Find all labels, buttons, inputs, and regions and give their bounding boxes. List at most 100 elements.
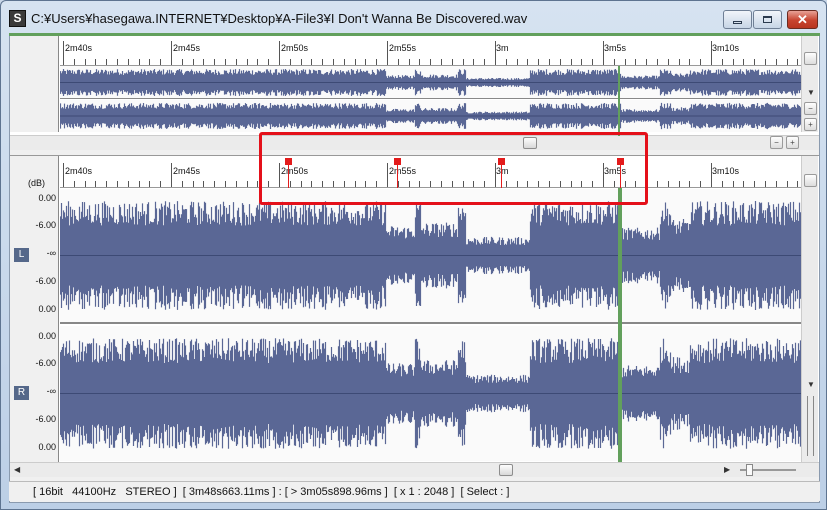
ruler-tick	[279, 41, 280, 65]
ruler-tick	[73, 59, 75, 65]
close-icon: ✕	[797, 11, 808, 27]
ruler-label: 2m45s	[173, 166, 201, 176]
ruler-tick	[171, 163, 172, 187]
close-button[interactable]: ✕	[787, 10, 818, 29]
minimize-icon	[733, 21, 742, 24]
ruler-tick	[732, 59, 734, 65]
horizontal-zoom-out-button[interactable]: −	[770, 136, 783, 149]
scroll-left-arrow-icon[interactable]: ◀	[14, 465, 20, 474]
overview-waveform-right[interactable]	[60, 100, 801, 132]
main-vertical-scrollbar[interactable]: ▼	[801, 156, 818, 465]
ruler-tick	[117, 59, 118, 65]
zoom-slider-thumb[interactable]	[746, 464, 753, 476]
window-title: C:¥Users¥hasegawa.INTERNET¥Desktop¥A-Fil…	[31, 11, 528, 26]
db-scale-label: -6.00	[35, 220, 56, 230]
ruler-tick	[192, 59, 194, 65]
main-hscroll-thumb[interactable]	[499, 464, 513, 476]
ruler-tick	[592, 59, 594, 65]
ruler-tick	[743, 59, 745, 65]
ruler-tick	[408, 59, 410, 65]
ruler-tick	[797, 181, 799, 187]
editor-client-area: 2m40s 2m45s 2m50s 2m55s 3m 3m5s 3m10s ▼ − + − …	[9, 33, 820, 503]
overview-playback-cursor[interactable]	[618, 66, 620, 136]
ruler-tick	[678, 59, 680, 65]
main-waveform-right[interactable]	[60, 326, 801, 461]
ruler-tick	[138, 181, 140, 187]
ruler-tick	[376, 59, 378, 65]
ruler-tick	[549, 59, 550, 65]
ruler-tick	[397, 59, 399, 65]
overview-time-ruler[interactable]: 2m40s 2m45s 2m50s 2m55s 3m 3m5s 3m10s	[60, 34, 801, 66]
ruler-tick	[235, 59, 237, 65]
ruler-tick	[138, 59, 140, 65]
scroll-right-arrow-icon[interactable]: ▶	[724, 465, 730, 474]
db-unit-label: (dB)	[28, 178, 46, 188]
overview-gutter	[10, 34, 59, 132]
ruler-tick	[333, 59, 334, 65]
marker-highlight-box	[259, 132, 648, 205]
ruler-tick	[225, 181, 226, 187]
overview-zoom-out-button[interactable]: −	[804, 102, 817, 115]
ruler-tick	[160, 181, 162, 187]
left-channel-badge[interactable]: L	[14, 248, 29, 262]
db-scale-label: 0.00	[38, 304, 56, 314]
ruler-tick	[743, 181, 745, 187]
ruler-label: 2m40s	[65, 43, 93, 53]
ruler-tick	[581, 59, 583, 65]
amplitude-zoom-slider[interactable]	[807, 396, 814, 456]
ruler-tick	[657, 181, 658, 187]
maximize-icon	[763, 16, 772, 23]
ruler-tick	[667, 181, 669, 187]
waveform-svg	[60, 326, 801, 461]
maximize-button[interactable]	[753, 10, 782, 29]
ruler-tick	[63, 41, 64, 65]
ruler-tick	[700, 181, 702, 187]
db-scale-label: 0.00	[38, 442, 56, 452]
main-waveform-left[interactable]	[60, 189, 801, 324]
db-scale-label: -6.00	[35, 276, 56, 286]
ruler-tick	[365, 59, 367, 65]
status-bar: [ 16bit 44100Hz STEREO ] [ 3m48s663.11ms…	[9, 481, 820, 501]
ruler-tick	[419, 59, 421, 65]
playback-cursor[interactable]	[618, 188, 622, 462]
main-horizontal-scrollbar[interactable]: ◀ ▶	[10, 462, 819, 477]
ruler-tick	[225, 59, 226, 65]
overview-waveform-left[interactable]	[60, 66, 801, 99]
main-vscroll-thumb[interactable]	[804, 174, 817, 187]
ruler-tick	[689, 181, 691, 187]
main-scroll-down-arrow-icon[interactable]: ▼	[807, 380, 815, 389]
title-bar[interactable]: S C:¥Users¥hasegawa.INTERNET¥Desktop¥A-F…	[1, 1, 826, 33]
minimize-button[interactable]	[723, 10, 752, 29]
waveform-svg	[60, 189, 801, 322]
ruler-tick	[786, 59, 788, 65]
horizontal-zoom-in-button[interactable]: +	[786, 136, 799, 149]
ruler-tick	[775, 181, 777, 187]
ruler-tick	[73, 181, 75, 187]
ruler-tick	[106, 59, 108, 65]
overview-zoom-in-button[interactable]: +	[804, 118, 817, 131]
overview-scroll-thumb[interactable]	[804, 52, 817, 65]
ruler-tick	[689, 59, 691, 65]
ruler-tick	[797, 59, 799, 65]
overview-vertical-scrollbar[interactable]: ▼ − +	[801, 34, 818, 132]
overview-scroll-down-arrow-icon[interactable]: ▼	[807, 88, 815, 97]
ruler-label: 3m5s	[604, 43, 627, 53]
app-icon[interactable]: S	[9, 10, 26, 27]
ruler-tick	[538, 59, 540, 65]
ruler-tick	[721, 59, 723, 65]
ruler-tick	[246, 181, 248, 187]
ruler-tick	[732, 181, 734, 187]
application-window: S C:¥Users¥hasegawa.INTERNET¥Desktop¥A-F…	[0, 0, 827, 510]
db-scale-label: 0.00	[38, 193, 56, 203]
ruler-tick	[311, 59, 313, 65]
right-channel-badge[interactable]: R	[14, 386, 29, 400]
ruler-tick	[765, 59, 766, 65]
ruler-tick	[181, 59, 183, 65]
ruler-tick	[484, 59, 486, 65]
ruler-tick	[462, 59, 464, 65]
ruler-tick	[765, 181, 766, 187]
ruler-tick	[721, 181, 723, 187]
ruler-tick	[473, 59, 475, 65]
ruler-label: 2m55s	[389, 43, 417, 53]
ruler-tick	[322, 59, 324, 65]
